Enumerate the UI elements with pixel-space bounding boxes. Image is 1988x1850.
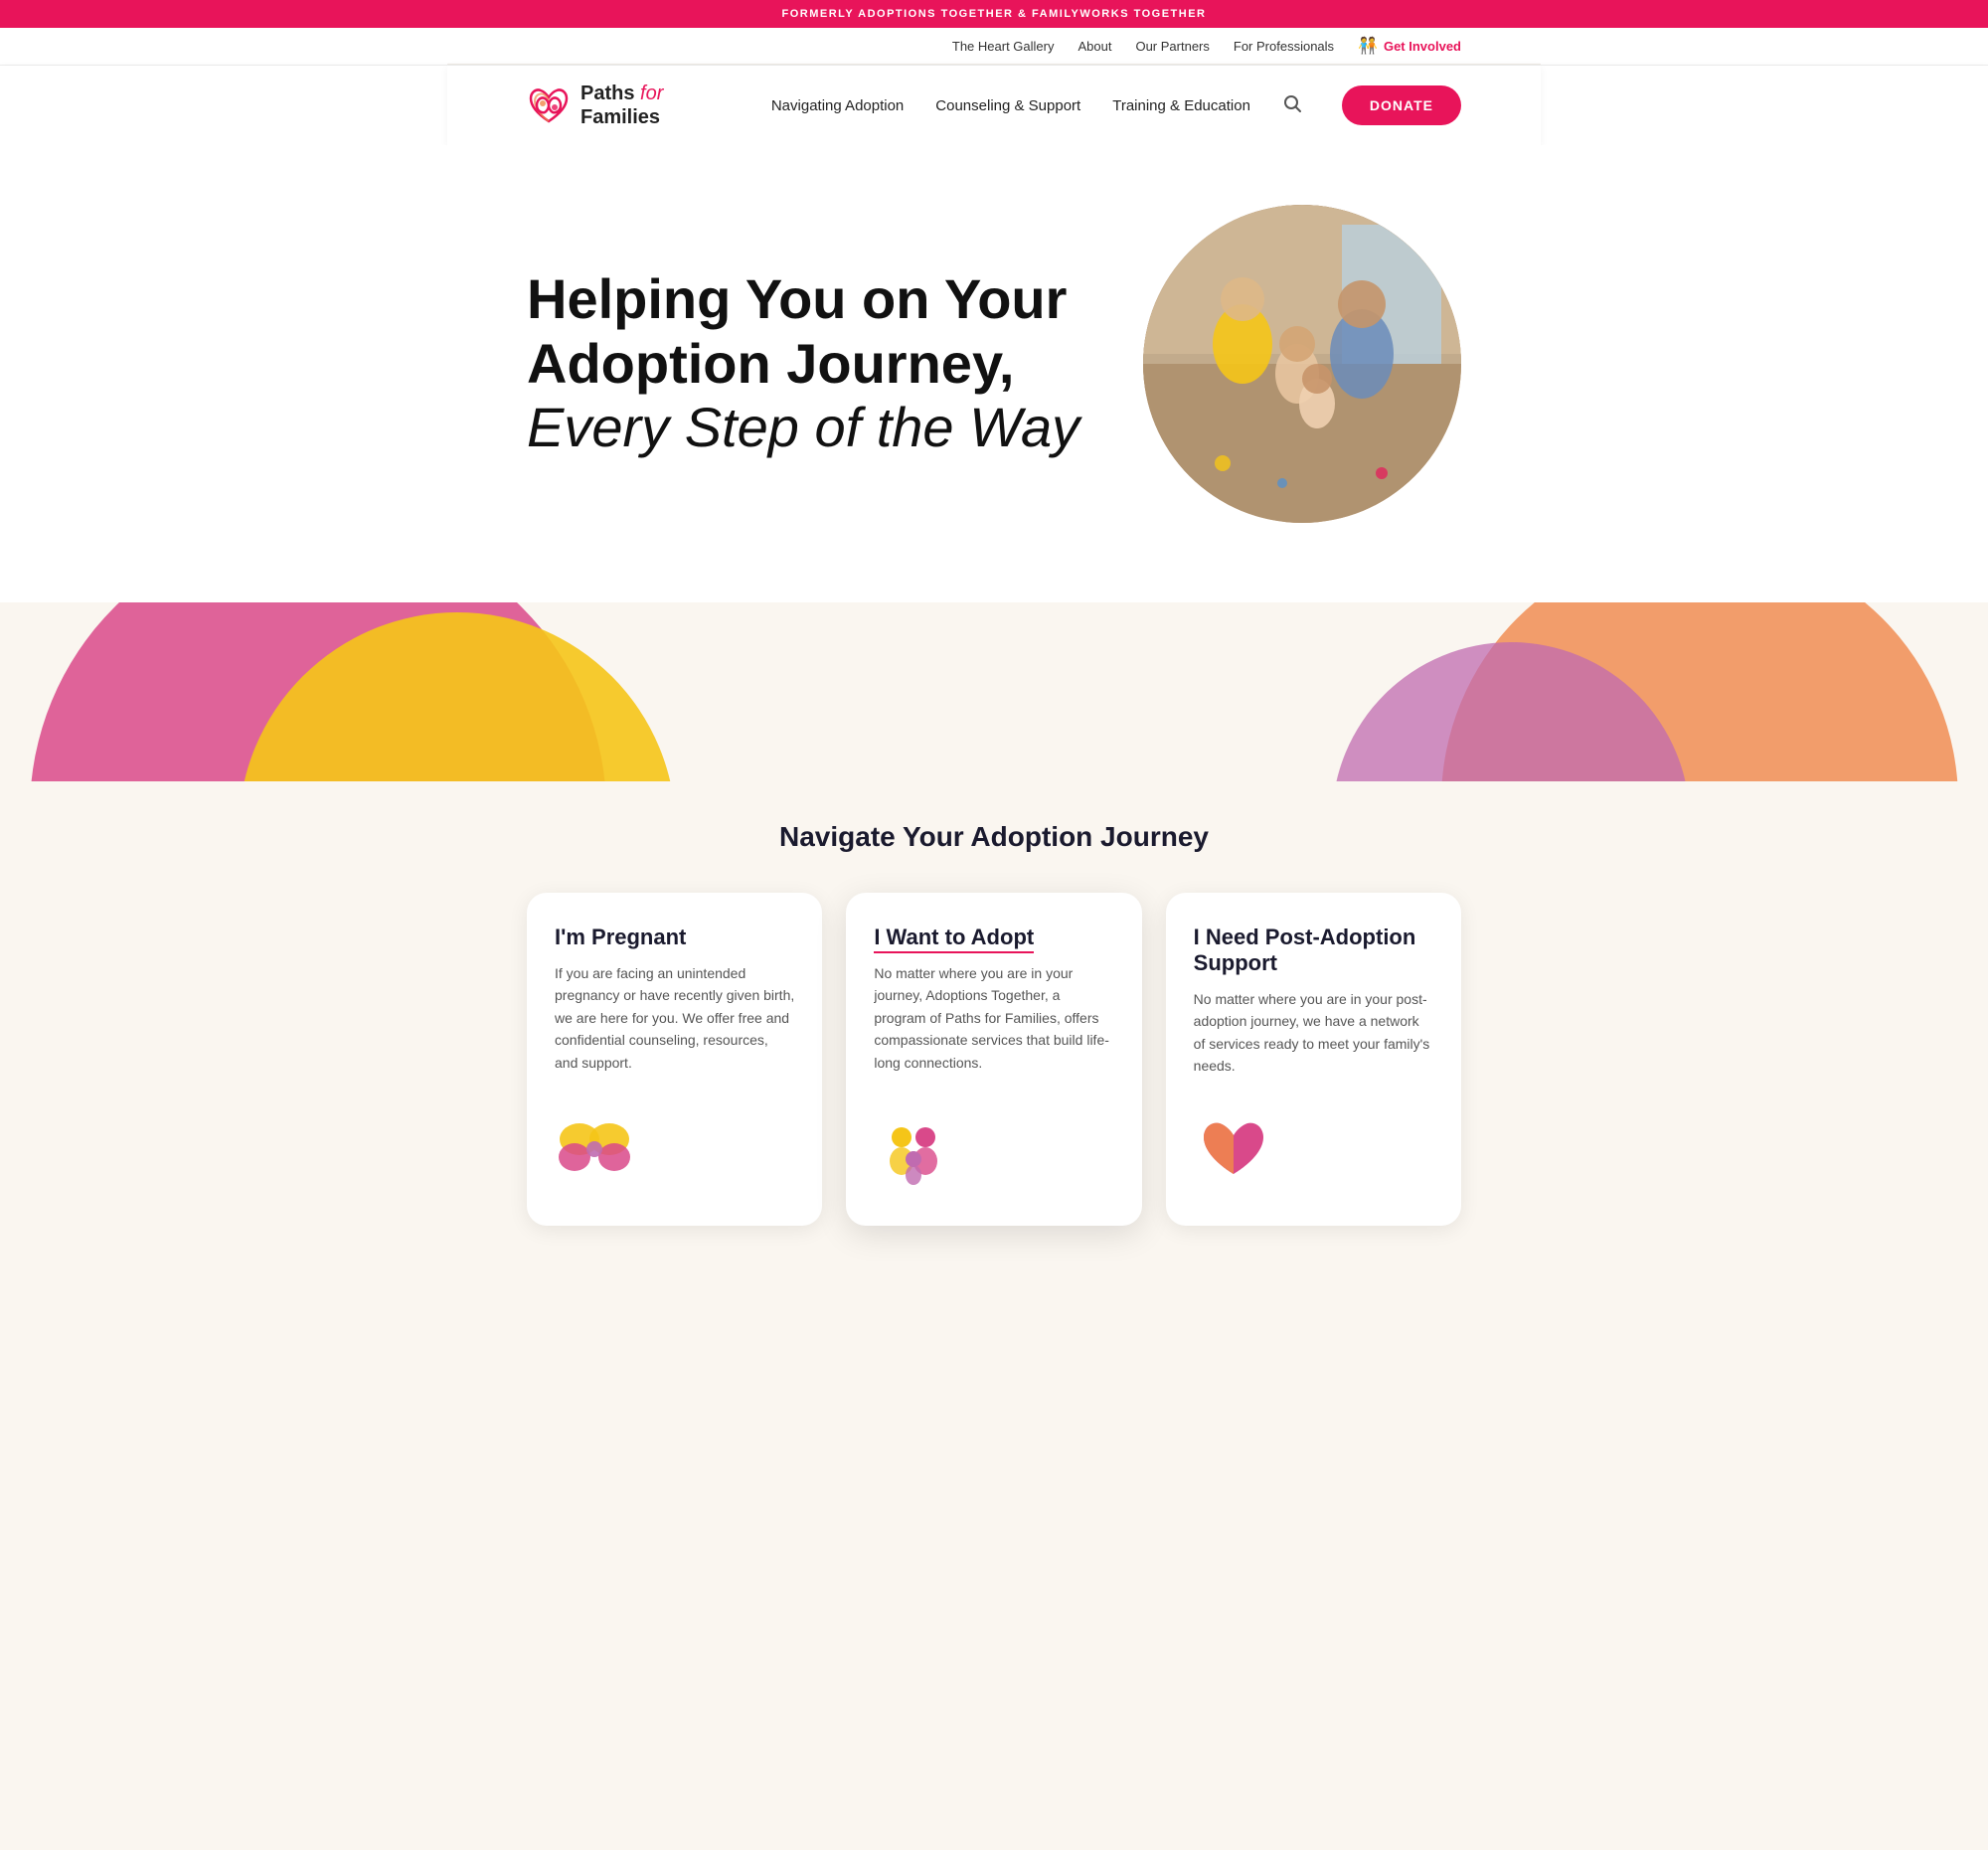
post-adoption-card: I Need Post-Adoption Support No matter w…: [1166, 893, 1461, 1226]
journey-section-heading: Navigate Your Adoption Journey: [527, 821, 1461, 853]
butterfly-icon: [555, 1109, 634, 1189]
journey-cards-grid: I'm Pregnant If you are facing an uninte…: [527, 893, 1461, 1226]
main-nav-links: Navigating Adoption Counseling & Support…: [771, 93, 1302, 118]
utility-nav: The Heart Gallery About Our Partners For…: [447, 28, 1541, 65]
adopt-card-description: No matter where you are in your journey,…: [874, 962, 1113, 1074]
adopt-card-icon-wrap: [874, 1090, 1113, 1194]
hero-family-photo: [1143, 205, 1461, 523]
pregnant-card-description: If you are facing an unintended pregnanc…: [555, 962, 794, 1074]
blob-decoration: [0, 602, 1988, 781]
announcement-banner: FORMERLY ADOPTIONS TOGETHER & FAMILYWORK…: [0, 0, 1988, 28]
pregnant-card-title: I'm Pregnant: [555, 925, 794, 950]
search-button[interactable]: [1282, 93, 1302, 118]
hero-image: [1143, 205, 1461, 523]
get-involved-link[interactable]: 🧑‍🤝‍🧑 Get Involved: [1358, 36, 1461, 56]
logo-icon: [527, 84, 571, 127]
nav-navigating-adoption[interactable]: Navigating Adoption: [771, 97, 904, 114]
family-icon: [874, 1109, 953, 1189]
nav-counseling-support[interactable]: Counseling & Support: [935, 97, 1080, 114]
donate-button[interactable]: DONATE: [1342, 85, 1461, 125]
post-adoption-card-description: No matter where you are in your post-ado…: [1194, 988, 1433, 1078]
hero-section: Helping You on Your Adoption Journey, Ev…: [447, 145, 1541, 602]
professionals-link[interactable]: For Professionals: [1234, 39, 1334, 54]
logo[interactable]: Paths for Families: [527, 82, 663, 129]
adopt-card-link[interactable]: I Want to Adopt: [874, 925, 1034, 953]
heart-gallery-link[interactable]: The Heart Gallery: [952, 39, 1055, 54]
pregnant-card-icon-wrap: [555, 1090, 794, 1194]
partners-link[interactable]: Our Partners: [1135, 39, 1209, 54]
main-nav: Paths for Families Navigating Adoption C…: [447, 66, 1541, 145]
hero-headline: Helping You on Your Adoption Journey, Ev…: [527, 267, 1103, 459]
about-link[interactable]: About: [1077, 39, 1111, 54]
adopt-card-title: I Want to Adopt: [874, 925, 1113, 950]
post-adoption-card-icon-wrap: [1194, 1090, 1433, 1194]
logo-text: Paths for Families: [580, 82, 663, 129]
pregnant-card: I'm Pregnant If you are facing an uninte…: [527, 893, 822, 1226]
hero-text: Helping You on Your Adoption Journey, Ev…: [527, 267, 1103, 459]
people-icon: 🧑‍🤝‍🧑: [1358, 36, 1378, 56]
heart-icon: [1194, 1109, 1273, 1189]
nav-training-education[interactable]: Training & Education: [1112, 97, 1250, 114]
post-adoption-card-title: I Need Post-Adoption Support: [1194, 925, 1433, 976]
announcement-text: FORMERLY ADOPTIONS TOGETHER & FAMILYWORK…: [781, 8, 1206, 20]
adopt-card[interactable]: I Want to Adopt No matter where you are …: [846, 893, 1141, 1226]
